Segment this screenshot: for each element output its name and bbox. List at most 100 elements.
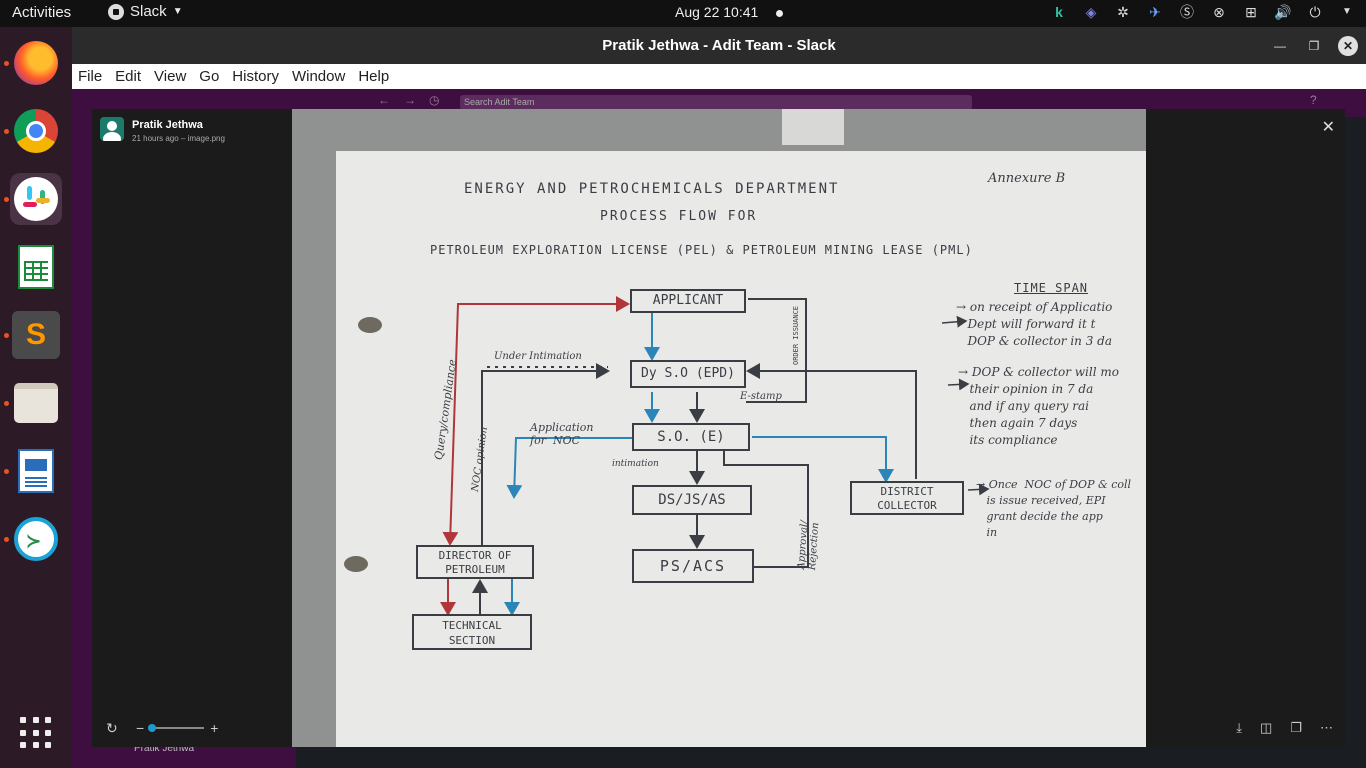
viewer-header: Pratik Jethwa 21 hours ago – image.png	[100, 117, 225, 143]
box-dsjsas: DS/JS/AS	[632, 485, 752, 515]
zoom-control[interactable]: − +	[136, 720, 218, 736]
network-tool-icon[interactable]: ✈	[1146, 3, 1164, 21]
app-menu-label: Slack	[130, 3, 167, 20]
history-icon[interactable]: ◷	[429, 93, 439, 107]
firefox-icon	[14, 41, 58, 85]
label-under-intimation: Under Intimation	[494, 351, 582, 362]
clock[interactable]: Aug 22 10:41	[675, 4, 758, 20]
box-technical: TECHNICAL SECTION	[412, 614, 532, 650]
menu-go[interactable]: Go	[199, 68, 219, 85]
box-applicant: APPLICANT	[630, 289, 746, 313]
running-indicator	[4, 197, 9, 202]
label-approval-rejection: Approval/ Rejection	[796, 520, 822, 571]
label-application-for-noc: Application for NOC	[530, 421, 594, 447]
more-icon[interactable]: ⋯	[1320, 720, 1333, 736]
menu-help[interactable]: Help	[358, 68, 389, 85]
label-estamp: E-stamp	[740, 391, 782, 402]
forward-arrow-icon[interactable]: →	[404, 93, 416, 107]
system-tray[interactable]: k ◈ ✲ ✈ Ⓢ ⊗ ⊞ 🔊 ⏻ ▼	[1050, 3, 1356, 21]
remote-desktop-icon: ≻	[14, 517, 58, 561]
viewer-toolbar: ↻ − + ⤓ ◫ ❐ ⋯	[92, 711, 1345, 747]
poster-name[interactable]: Pratik Jethwa	[132, 119, 225, 131]
close-icon[interactable]: ✕	[1322, 117, 1335, 137]
dock: S ≻	[0, 27, 72, 768]
power-icon[interactable]: ⏻	[1306, 3, 1324, 21]
dock-writer[interactable]	[4, 445, 62, 497]
image-viewer: ENERGY AND PETROCHEMICALS DEPARTMENT Ann…	[92, 109, 1345, 747]
box-district-collector: DISTRICT COLLECTOR	[850, 481, 964, 515]
maximize-button[interactable]: ❐	[1304, 36, 1324, 56]
open-in-window-icon[interactable]: ❐	[1290, 720, 1302, 736]
menu-bar: File Edit View Go History Window Help	[72, 64, 1366, 89]
dock-sublime[interactable]: S	[4, 309, 62, 361]
running-indicator	[4, 129, 9, 134]
chrome-icon	[14, 109, 58, 153]
running-indicator	[4, 333, 9, 338]
anydesk-icon[interactable]: ⊗	[1210, 3, 1228, 21]
minimize-button[interactable]: —	[1270, 36, 1290, 56]
rotate-icon[interactable]: ↻	[106, 720, 118, 737]
app-menu[interactable]: Slack ▼	[108, 3, 183, 20]
folder-icon	[14, 383, 58, 423]
zoom-slider-knob[interactable]	[148, 724, 157, 732]
dock-firefox[interactable]	[4, 37, 62, 89]
caret-down-icon: ▼	[172, 6, 183, 17]
chevron-down-icon[interactable]: ▼	[1338, 3, 1356, 21]
kite-icon[interactable]: k	[1050, 3, 1068, 21]
avatar	[100, 117, 124, 141]
viewer-actions: ⤓ ◫ ❐ ⋯	[1236, 720, 1333, 736]
zoom-slider[interactable]	[148, 724, 205, 732]
back-arrow-icon[interactable]: ←	[378, 93, 390, 107]
time-span-title: TIME SPAN	[1014, 281, 1089, 295]
notification-dot	[776, 10, 783, 17]
volume-icon[interactable]: 🔊	[1274, 3, 1292, 21]
zoom-in-icon[interactable]: +	[210, 720, 218, 736]
download-icon[interactable]: ⤓	[1236, 720, 1242, 736]
spreadsheet-icon	[18, 245, 54, 289]
show-applications-button[interactable]	[20, 717, 52, 749]
sheet-subheading: PROCESS FLOW FOR	[600, 209, 758, 224]
dock-calc[interactable]	[10, 241, 62, 293]
slack-icon	[14, 177, 58, 221]
teams-icon[interactable]: ◈	[1082, 3, 1100, 21]
dock-chrome[interactable]	[4, 105, 62, 157]
dock-slack[interactable]	[4, 173, 62, 225]
dock-remote[interactable]: ≻	[4, 513, 62, 565]
sheet-title: PETROLEUM EXPLORATION LICENSE (PEL) & PE…	[430, 243, 973, 257]
uploaded-photo[interactable]: ENERGY AND PETROCHEMICALS DEPARTMENT Ann…	[292, 109, 1146, 747]
time-span-note-1: → on receipt of Applicatio Dept will for…	[956, 300, 1113, 348]
sidebar-toggle-icon[interactable]: ◫	[1260, 720, 1272, 736]
box-so: S.O. (E)	[632, 423, 750, 451]
menu-edit[interactable]: Edit	[115, 68, 141, 85]
label-order-issuance: ORDER ISSUANCE	[792, 305, 800, 365]
search-input[interactable]: Search Adit Team	[460, 95, 972, 110]
system-top-bar: Activities Slack ▼ Aug 22 10:41 k ◈ ✲ ✈ …	[0, 0, 1366, 27]
menu-view[interactable]: View	[154, 68, 186, 85]
slack-tray-icon[interactable]: ✲	[1114, 3, 1132, 21]
dock-files[interactable]	[4, 377, 62, 429]
document-icon	[18, 449, 54, 493]
menu-window[interactable]: Window	[292, 68, 345, 85]
box-psacs: PS/ACS	[632, 549, 754, 583]
zoom-out-icon[interactable]: −	[136, 720, 144, 736]
skype-icon[interactable]: Ⓢ	[1178, 3, 1196, 21]
menu-file[interactable]: File	[78, 68, 102, 85]
activities-button[interactable]: Activities	[12, 4, 71, 21]
sheet-heading: ENERGY AND PETROCHEMICALS DEPARTMENT	[464, 181, 840, 197]
time-span-note-2: → DOP & collector will mo their opinion …	[958, 365, 1119, 447]
menu-history[interactable]: History	[232, 68, 279, 85]
help-icon[interactable]: ?	[1310, 93, 1317, 107]
file-meta: 21 hours ago – image.png	[132, 134, 225, 143]
network-icon[interactable]: ⊞	[1242, 3, 1260, 21]
running-indicator	[4, 61, 9, 66]
running-indicator	[4, 537, 9, 542]
window-titlebar[interactable]: Pratik Jethwa - Adit Team - Slack — ❐ ✕	[72, 27, 1366, 64]
box-director: DIRECTOR OF PETROLEUM	[416, 545, 534, 579]
window-title: Pratik Jethwa - Adit Team - Slack	[602, 37, 836, 54]
time-span-note-3: → Once NOC of DOP & coll is issue receiv…	[976, 478, 1132, 539]
box-dyso: Dy S.O (EPD)	[630, 360, 746, 388]
close-button[interactable]: ✕	[1338, 36, 1358, 56]
running-indicator	[4, 401, 9, 406]
label-intimation: intimation	[612, 459, 659, 469]
annexure-label: Annexure B	[988, 171, 1066, 186]
